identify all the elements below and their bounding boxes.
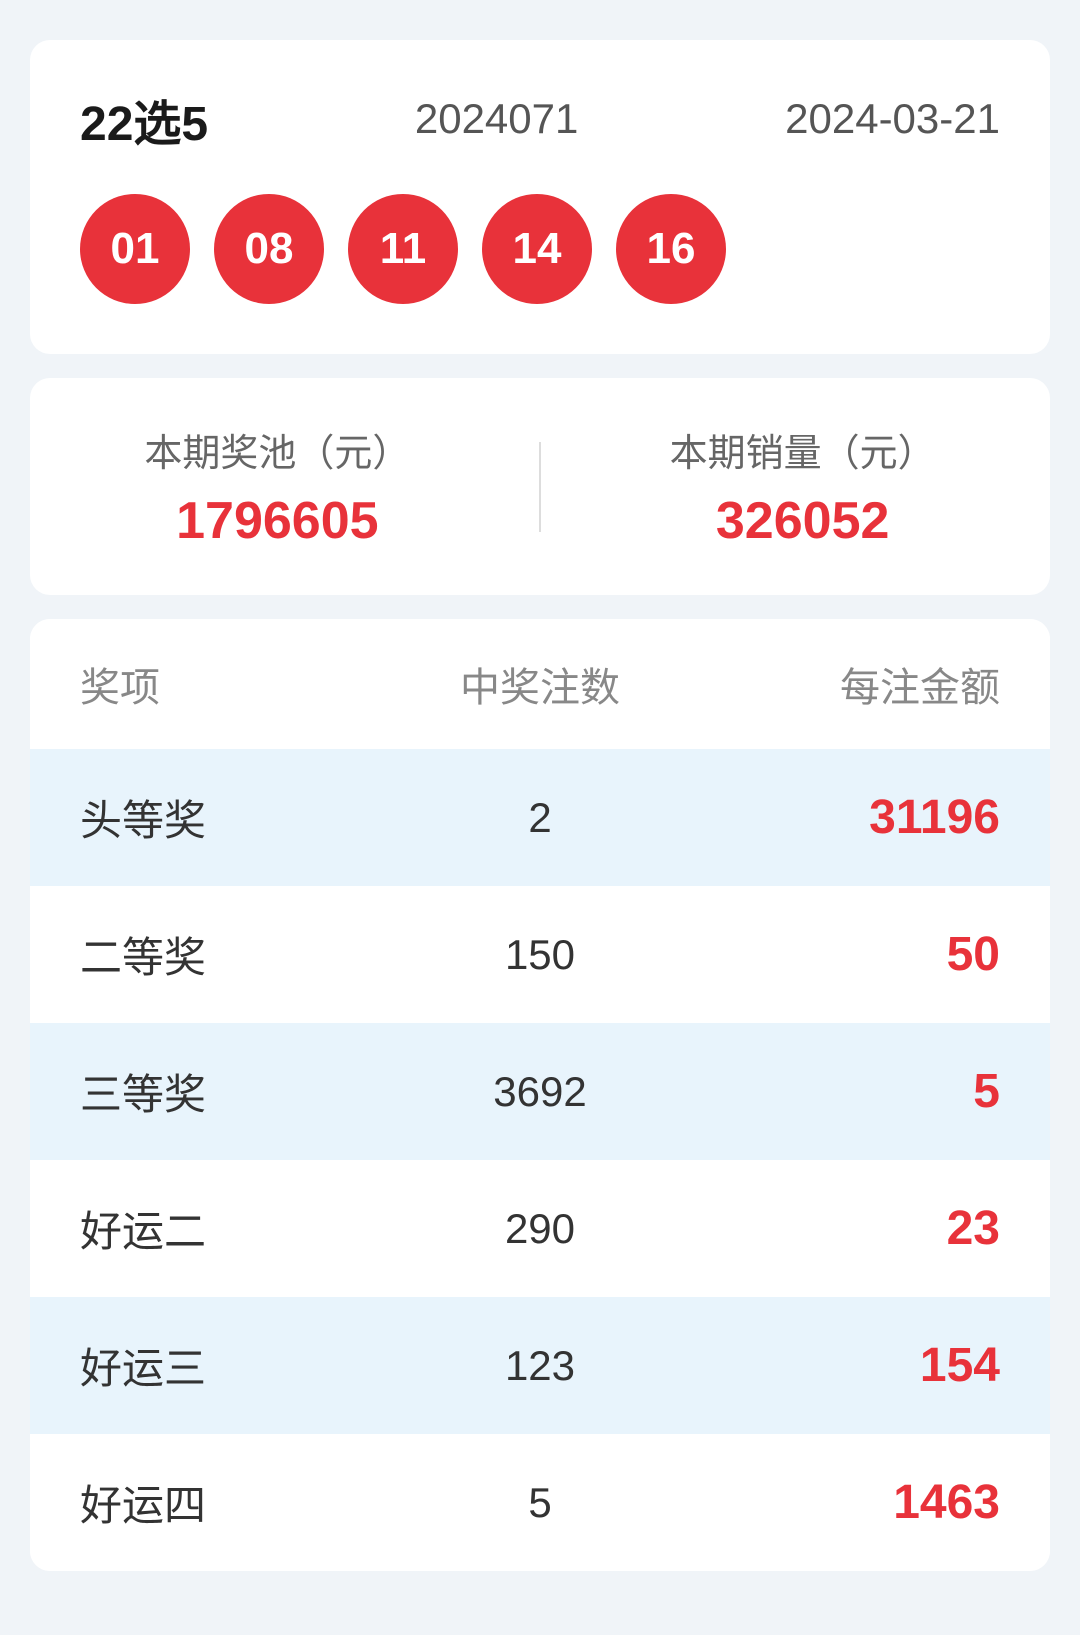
prize-name: 头等奖: [80, 787, 387, 848]
prize-amount: 31196: [693, 790, 1000, 845]
lottery-header: 22选5 2024071 2024-03-21: [80, 84, 1000, 154]
prize-name: 好运三: [80, 1335, 387, 1396]
table-row: 二等奖15050: [30, 886, 1050, 1023]
prize-name: 二等奖: [80, 924, 387, 985]
prize-name: 好运二: [80, 1198, 387, 1259]
table-row: 好运四51463: [30, 1434, 1050, 1571]
prize-name: 三等奖: [80, 1061, 387, 1122]
lottery-ball: 14: [482, 194, 592, 304]
lottery-ball: 11: [348, 194, 458, 304]
lottery-title: 22选5: [80, 84, 208, 154]
prize-count: 290: [387, 1205, 694, 1253]
prize-name: 好运四: [80, 1472, 387, 1533]
col-amount-label: 每注金额: [693, 655, 1000, 713]
balls-row: 0108111416: [80, 194, 1000, 304]
pool-stat: 本期奖池（元） 1796605: [144, 422, 410, 551]
prize-count: 150: [387, 931, 694, 979]
header-card: 22选5 2024071 2024-03-21 0108111416: [30, 40, 1050, 354]
table-header: 奖项 中奖注数 每注金额: [30, 619, 1050, 749]
col-prize-label: 奖项: [80, 655, 387, 713]
pool-value: 1796605: [176, 491, 378, 551]
stats-divider: [539, 442, 541, 532]
stats-row: 本期奖池（元） 1796605 本期销量（元） 326052: [80, 422, 1000, 551]
stats-card: 本期奖池（元） 1796605 本期销量（元） 326052: [30, 378, 1050, 595]
lottery-ball: 01: [80, 194, 190, 304]
prize-count: 3692: [387, 1068, 694, 1116]
table-rows: 头等奖231196二等奖15050三等奖36925好运二29023好运三1231…: [30, 749, 1050, 1571]
lottery-ball: 16: [616, 194, 726, 304]
lottery-issue: 2024071: [415, 95, 579, 143]
prize-amount: 23: [693, 1201, 1000, 1256]
prize-count: 5: [387, 1479, 694, 1527]
sales-label: 本期销量（元）: [670, 422, 936, 477]
prize-amount: 50: [693, 927, 1000, 982]
sales-value: 326052: [716, 491, 890, 551]
table-row: 好运二29023: [30, 1160, 1050, 1297]
prize-amount: 154: [693, 1338, 1000, 1393]
sales-stat: 本期销量（元） 326052: [670, 422, 936, 551]
col-count-label: 中奖注数: [387, 655, 694, 713]
prize-count: 123: [387, 1342, 694, 1390]
prize-amount: 5: [693, 1064, 1000, 1119]
table-row: 三等奖36925: [30, 1023, 1050, 1160]
table-row: 头等奖231196: [30, 749, 1050, 886]
prize-amount: 1463: [693, 1475, 1000, 1530]
table-row: 好运三123154: [30, 1297, 1050, 1434]
prize-table-card: 奖项 中奖注数 每注金额 头等奖231196二等奖15050三等奖36925好运…: [30, 619, 1050, 1571]
pool-label: 本期奖池（元）: [144, 422, 410, 477]
lottery-date: 2024-03-21: [785, 95, 1000, 143]
lottery-ball: 08: [214, 194, 324, 304]
prize-count: 2: [387, 794, 694, 842]
